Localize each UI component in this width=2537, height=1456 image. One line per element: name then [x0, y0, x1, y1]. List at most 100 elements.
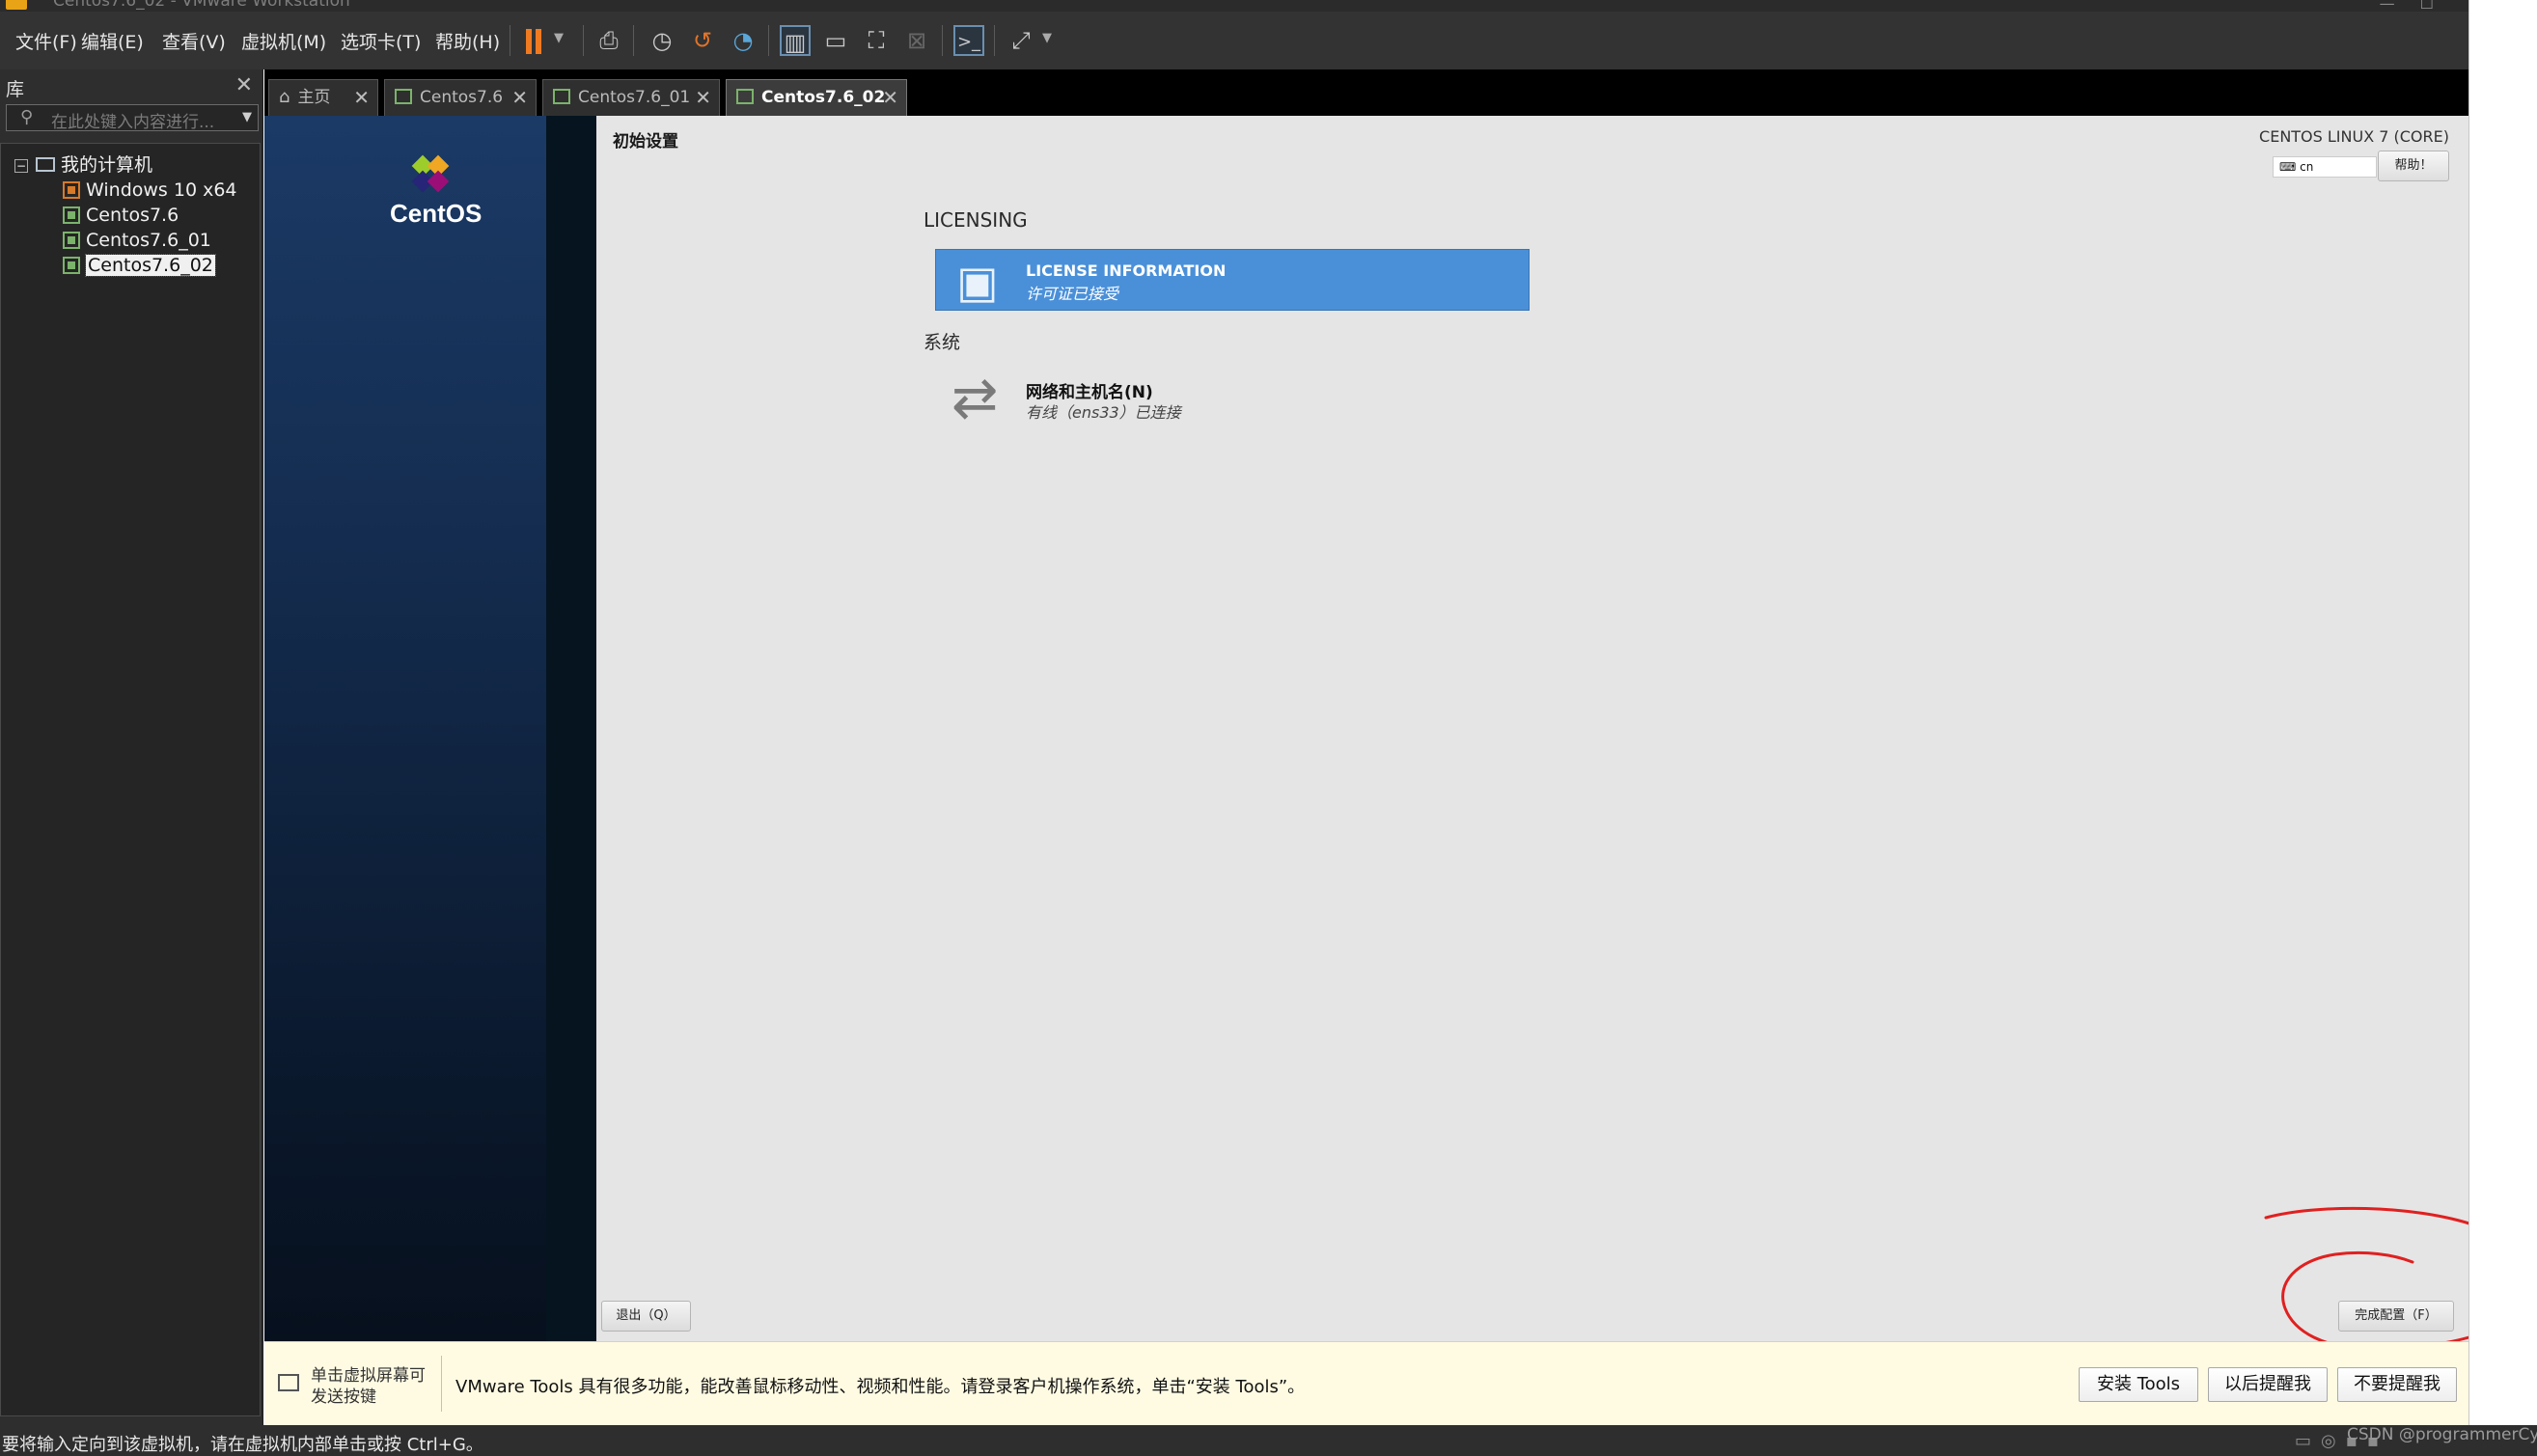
vmware-logo-icon	[6, 0, 27, 10]
menu-vm[interactable]: 虚拟机(M)	[241, 28, 326, 54]
tree-item-label: 我的计算机	[61, 154, 153, 176]
keyboard-layout-indicator[interactable]: ⌨ cn	[2273, 156, 2377, 178]
remind-later-button[interactable]: 以后提醒我	[2208, 1367, 2328, 1402]
keyboard-layout-label: cn	[2300, 160, 2314, 174]
search-icon: ⚲	[20, 107, 34, 127]
close-icon[interactable]: ✕	[511, 80, 528, 115]
license-information-spoke[interactable]: ▣ LICENSE INFORMATION 许可证已接受	[935, 249, 1530, 311]
centos-logo-icon	[407, 151, 454, 197]
centos-brand: CentOS	[390, 199, 483, 228]
status-bar: 要将输入定向到该虚拟机，请在虚拟机内部单击或按 Ctrl+G。 ▭◎▪▪	[0, 1425, 2537, 1456]
tree-item-vm[interactable]: Centos7.6	[63, 204, 179, 227]
certificate-icon: ▣	[956, 256, 999, 308]
snapshot-icon[interactable]: ◷	[647, 25, 677, 56]
help-button[interactable]: 帮助！	[2378, 151, 2449, 181]
library-panel: 库 ✕ ⚲ 在此处键入内容进行... ▼ − 我的计算机 Windows 10 x…	[0, 69, 263, 1425]
menu-file[interactable]: 文件(F)	[15, 28, 77, 54]
tree-item-label: Centos7.6_01	[86, 230, 211, 251]
keyboard-icon	[278, 1374, 299, 1391]
vm-icon	[736, 89, 754, 104]
pause-icon[interactable]	[526, 29, 541, 54]
tab-label: Centos7.6	[420, 88, 504, 107]
close-icon[interactable]: ✕	[882, 80, 898, 115]
distro-label: CENTOS LINUX 7 (CORE)	[2259, 127, 2449, 146]
tree-item-vm[interactable]: Centos7.6_01	[63, 229, 211, 252]
snapshot-manager-icon[interactable]: ◔	[728, 25, 758, 56]
home-icon: ⌂	[279, 87, 290, 107]
status-text: 要将输入定向到该虚拟机，请在虚拟机内部单击或按 Ctrl+G。	[2, 1435, 483, 1455]
console-icon[interactable]: >_	[953, 25, 984, 56]
thumbnail-view-icon[interactable]: ▭	[820, 25, 851, 56]
tools-message: VMware Tools 具有很多功能，能改善鼠标移动性、视频和性能。请登录客户…	[455, 1377, 1306, 1397]
close-icon[interactable]: ✕	[695, 80, 711, 115]
network-arrows-icon[interactable]: ⇄	[944, 369, 1006, 426]
menu-help[interactable]: 帮助(H)	[435, 28, 500, 54]
close-icon[interactable]: ✕	[353, 80, 370, 115]
click-hint-text: 单击虚拟屏幕可发送按键	[311, 1366, 426, 1407]
tab-centos76[interactable]: Centos7.6 ✕	[384, 79, 537, 116]
keyboard-icon: ⌨	[2279, 160, 2301, 174]
tab-home[interactable]: ⌂ 主页 ✕	[268, 79, 378, 116]
license-title: LICENSE INFORMATION	[1026, 261, 1227, 280]
title-bar: Centos7.6_02 - VMware Workstation —☐	[0, 0, 2468, 12]
tree-item-label: Windows 10 x64	[86, 179, 237, 201]
stretch-icon[interactable]: ⤢	[1006, 25, 1036, 56]
menu-tabs[interactable]: 选项卡(T)	[341, 28, 421, 54]
library-view-icon[interactable]: ▥	[780, 25, 811, 56]
menu-edit[interactable]: 编辑(E)	[81, 28, 144, 54]
tab-label: 主页	[297, 88, 331, 107]
toolbar-divider	[942, 25, 943, 56]
window-title: Centos7.6_02 - VMware Workstation	[53, 0, 350, 11]
tree-item-vm[interactable]: Windows 10 x64	[63, 179, 237, 202]
licensing-header: LICENSING	[924, 208, 1028, 232]
vmware-tools-bar: 单击虚拟屏幕可发送按键 VMware Tools 具有很多功能，能改善鼠标移动性…	[264, 1341, 2468, 1425]
desktop-background	[2468, 0, 2537, 1425]
tree-item-vm-selected[interactable]: Centos7.6_02	[63, 254, 216, 277]
initial-setup-hub: 初始设置 CENTOS LINUX 7 (CORE) ⌨ cn 帮助！ LICE…	[596, 116, 2468, 1341]
library-title: 库	[6, 79, 25, 100]
click-hint: 单击虚拟屏幕可发送按键	[311, 1365, 427, 1408]
toolbar-divider	[768, 25, 769, 56]
vm-icon	[63, 206, 80, 224]
divider	[441, 1356, 442, 1412]
tab-centos76-01[interactable]: Centos7.6_01 ✕	[542, 79, 720, 116]
menu-view[interactable]: 查看(V)	[162, 28, 226, 54]
window-controls[interactable]: —☐	[2380, 0, 2459, 12]
sidebar-strip	[546, 116, 596, 1341]
chevron-down-icon[interactable]: ▼	[242, 110, 252, 124]
computer-icon	[36, 157, 55, 172]
centos-sidebar: CentOS	[264, 116, 546, 1341]
tree-item-label: Centos7.6	[86, 205, 179, 226]
system-header: 系统	[924, 332, 961, 353]
vm-icon	[63, 181, 80, 199]
vm-console[interactable]: CentOS 初始设置 CENTOS LINUX 7 (CORE) ⌨ cn 帮…	[264, 116, 2468, 1341]
vm-icon	[395, 89, 412, 104]
revert-snapshot-icon[interactable]: ↺	[687, 25, 718, 56]
never-remind-button[interactable]: 不要提醒我	[2337, 1367, 2457, 1402]
page-title: 初始设置	[613, 132, 678, 151]
tab-label: Centos7.6_02	[761, 88, 886, 107]
close-icon[interactable]: ✕	[235, 73, 253, 97]
install-tools-button[interactable]: 安装 Tools	[2079, 1367, 2198, 1402]
quit-button[interactable]: 退出（Q）	[601, 1301, 691, 1332]
tab-centos76-02[interactable]: Centos7.6_02 ✕	[726, 79, 907, 116]
unity-icon[interactable]: ⊠	[901, 25, 932, 56]
vm-icon	[553, 89, 570, 104]
send-keys-icon[interactable]: ⎙	[593, 25, 624, 56]
toolbar-divider	[583, 25, 584, 56]
network-status: 有线（ens33）已连接	[1026, 403, 1181, 422]
tab-label: Centos7.6_01	[578, 88, 691, 107]
toolbar-divider	[633, 25, 634, 56]
library-search-input[interactable]: ⚲ 在此处键入内容进行... ▼	[6, 104, 259, 132]
license-status: 许可证已接受	[1026, 285, 1119, 303]
full-screen-icon[interactable]: ⛶	[861, 25, 892, 56]
tab-strip: ⌂ 主页 ✕ Centos7.6 ✕ Centos7.6_01 ✕ Centos7…	[264, 69, 2468, 116]
library-tree: − 我的计算机 Windows 10 x64 Centos7.6 Centos7.…	[0, 143, 261, 1416]
collapse-icon[interactable]: −	[14, 159, 28, 173]
toolbar-divider	[994, 25, 995, 56]
pause-dropdown-icon[interactable]: ▼	[554, 31, 564, 45]
menu-toolbar: 文件(F) 编辑(E) 查看(V) 虚拟机(M) 选项卡(T) 帮助(H) ▼ …	[0, 12, 2468, 69]
csdn-watermark: CSDN @programmerCy	[2347, 1425, 2537, 1444]
stretch-dropdown-icon[interactable]: ▼	[1042, 31, 1052, 45]
tree-item-my-computer[interactable]: − 我的计算机	[14, 153, 152, 177]
